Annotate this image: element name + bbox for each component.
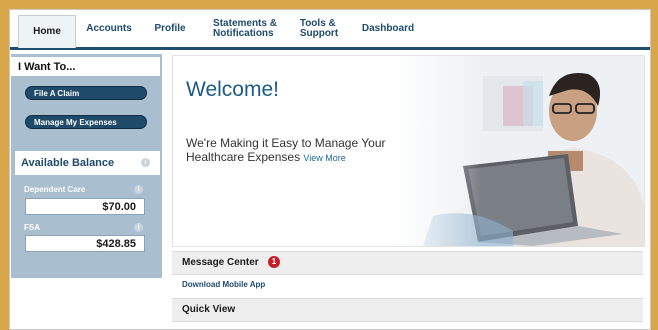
i-want-to-heading: I Want To... [18,61,76,73]
download-mobile-app-link[interactable]: Download Mobile App [182,280,265,289]
dependent-care-amount: $70.00 [102,200,136,213]
tab-statements-notifications[interactable]: Statements & Notifications [210,10,280,47]
tab-statements-label-line1: Statements & [213,17,277,29]
hero-photo [393,56,644,246]
tab-home-label: Home [33,26,61,37]
dependent-care-label: Dependent Care [24,185,86,194]
app-frame: Home Accounts Profile Statements & Notif… [9,9,651,330]
tab-profile[interactable]: Profile [150,10,190,47]
fsa-amount: $428.85 [96,237,136,250]
i-want-to-header: I Want To... [11,57,162,76]
sidebar: I Want To... File A Claim Manage My Expe… [11,54,162,278]
tab-statements-label-line2: Notifications [213,27,274,39]
tagline-text: We're Making it Easy to Manage Your Heal… [186,136,386,164]
message-center-title: Message Center [182,257,259,268]
welcome-tagline: We're Making it Easy to Manage Your Heal… [186,136,426,165]
tab-dashboard-label: Dashboard [361,22,415,34]
available-balance-header: Available Balance i [15,151,160,175]
tab-dashboard[interactable]: Dashboard [360,10,416,47]
available-balance-title: Available Balance [21,157,115,169]
tab-home[interactable]: Home [18,15,76,48]
file-a-claim-label: File A Claim [34,88,80,98]
tab-tools-label-line2: Support [299,27,339,39]
tab-tools-label-line1: Tools & [299,17,336,29]
manage-my-expenses-label: Manage My Expenses [34,117,117,127]
quick-view-header[interactable]: Quick View [172,298,643,322]
message-center-header[interactable]: Message Center 1 [172,251,643,275]
quick-view-title: Quick View [182,304,236,315]
welcome-title: Welcome! [186,78,279,101]
manage-my-expenses-button[interactable]: Manage My Expenses [25,115,147,129]
fsa-label: FSA [24,223,40,232]
top-navigation: Home Accounts Profile Statements & Notif… [10,10,650,50]
info-icon[interactable]: i [134,185,143,194]
file-a-claim-button[interactable]: File A Claim [25,86,147,100]
dependent-care-balance: $70.00 [25,198,145,215]
notification-badge: 1 [268,256,280,268]
tab-accounts[interactable]: Accounts [82,10,136,47]
welcome-banner: Welcome! We're Making it Easy to Manage … [172,55,645,247]
tab-profile-label: Profile [154,22,186,34]
info-icon[interactable]: i [141,158,150,167]
tab-accounts-label: Accounts [86,22,132,34]
info-icon[interactable]: i [134,223,143,232]
tab-tools-support[interactable]: Tools & Support [297,10,341,47]
view-more-link[interactable]: View More [303,153,345,163]
fsa-balance: $428.85 [25,235,145,252]
